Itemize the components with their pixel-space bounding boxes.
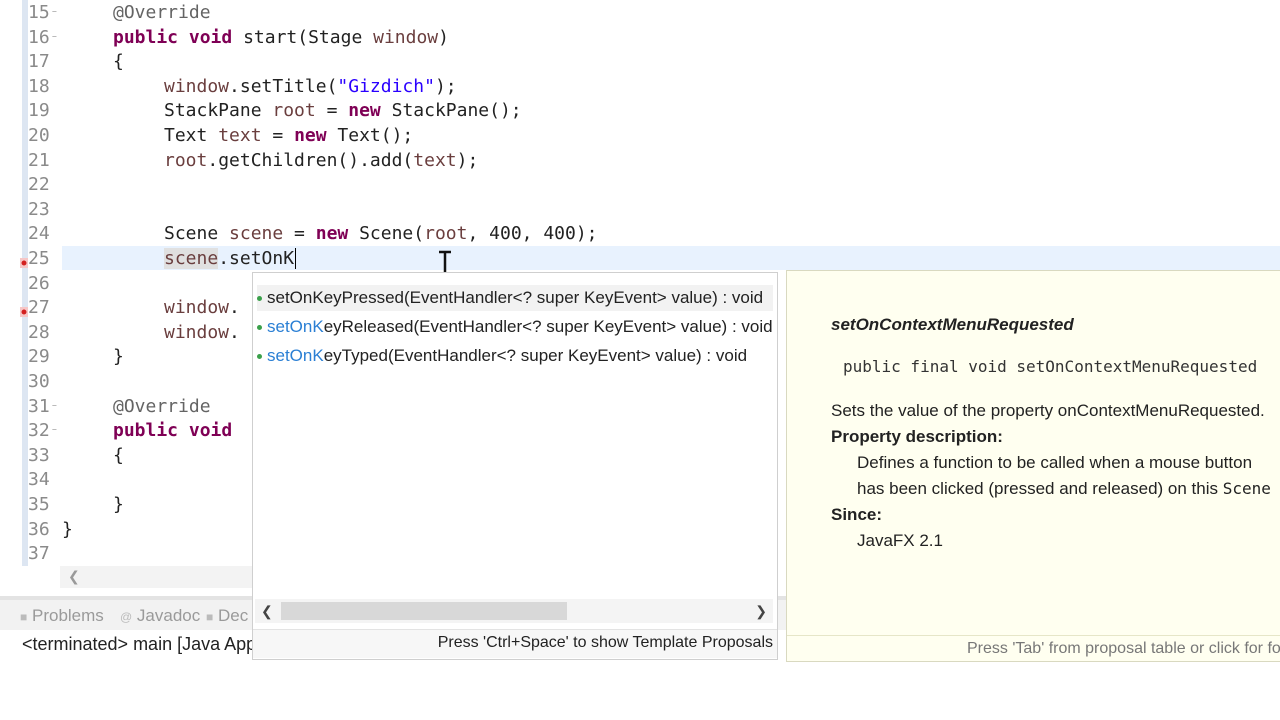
proposal-item[interactable]: setOnKeyPressed(EventHandler<? super Key… (257, 285, 773, 311)
scroll-thumb[interactable] (281, 602, 567, 620)
line-number: 21 (28, 149, 50, 171)
line-gutter: 28 (0, 321, 60, 345)
line-gutter: 18 (0, 75, 60, 99)
line-number: 22 (28, 174, 50, 196)
line-gutter: 37 (0, 542, 60, 566)
proposal-label: setOnKeyReleased(EventHandler<? super Ke… (267, 317, 773, 336)
proposal-label: setOnKeyTyped(EventHandler<? super KeyEv… (267, 346, 748, 365)
code-line[interactable]: Scene scene = new Scene(root, 400, 400); (164, 222, 598, 246)
code-line[interactable]: { (113, 444, 124, 468)
error-marker-icon[interactable] (20, 302, 28, 318)
javadoc-icon: @ (120, 610, 133, 624)
line-number: 34 (28, 469, 50, 491)
code-line[interactable]: Text text = new Text(); (164, 124, 413, 148)
code-line[interactable]: } (113, 493, 124, 517)
line-gutter: 20 (0, 124, 60, 148)
doc-sets-text: Sets the value of the property onContext… (831, 401, 1265, 420)
line-gutter: 23 (0, 198, 60, 222)
tab-declaration[interactable]: ■ Dec (206, 606, 248, 626)
doc-property-heading: Property description: (831, 427, 1003, 446)
scroll-left-icon[interactable]: ❮ (68, 566, 80, 588)
code-line[interactable]: { (113, 50, 124, 74)
line-number: 30 (28, 371, 50, 392)
method-icon (257, 354, 262, 360)
line-gutter: 15− (0, 1, 60, 25)
fold-toggle-icon[interactable]: − (52, 8, 58, 16)
fold-toggle-icon[interactable]: − (52, 401, 58, 409)
method-icon (257, 296, 262, 302)
line-number: 25 (28, 248, 50, 269)
line-gutter: 29 (0, 345, 60, 369)
tab-javadoc[interactable]: @ Javadoc (120, 606, 200, 626)
doc-signature: public final void setOnContextMenuReques… (843, 357, 1258, 376)
line-gutter: 27 (0, 296, 60, 320)
line-gutter: 19 (0, 99, 60, 123)
scroll-right-icon[interactable]: ❯ (755, 599, 767, 623)
proposal-item[interactable]: setOnKeyReleased(EventHandler<? super Ke… (257, 314, 773, 340)
line-gutter: 33 (0, 444, 60, 468)
line-number: 17 (28, 51, 50, 73)
code-line[interactable]: root.getChildren().add(text); (164, 149, 478, 173)
line-gutter: 30 (0, 370, 60, 394)
doc-description-line1: Defines a function to be called when a m… (857, 453, 1253, 472)
doc-description-line2: has been clicked (pressed and released) … (857, 479, 1271, 498)
javadoc-hover[interactable]: setOnContextMenuRequested public final v… (786, 270, 1280, 662)
doc-since-heading: Since: (831, 505, 883, 524)
tab-problems[interactable]: ■ Problems (20, 606, 104, 626)
line-number: 24 (28, 223, 50, 245)
code-line[interactable]: } (62, 518, 73, 542)
code-line[interactable]: public void (113, 419, 232, 443)
code-line[interactable]: public void start(Stage window) (113, 26, 449, 50)
error-marker-icon[interactable] (20, 253, 28, 268)
line-gutter: 17 (0, 50, 60, 74)
line-gutter: 16− (0, 26, 60, 50)
line-number: 27 (28, 297, 50, 319)
code-line[interactable]: } (113, 345, 124, 369)
declaration-icon: ■ (206, 610, 214, 624)
line-gutter: 24 (0, 222, 60, 246)
line-gutter: 25 (0, 247, 60, 271)
fold-toggle-icon[interactable]: − (52, 32, 58, 40)
line-gutter: 32− (0, 419, 60, 443)
doc-focus-hint: Press 'Tab' from proposal table or click… (787, 635, 1280, 661)
code-line[interactable]: window.setTitle("Gizdich"); (164, 75, 457, 99)
doc-title: setOnContextMenuRequested (831, 315, 1074, 334)
line-number: 20 (28, 125, 50, 146)
code-line[interactable]: StackPane root = new StackPane(); (164, 99, 522, 123)
code-line[interactable]: window. (164, 321, 240, 345)
line-number: 18 (28, 75, 50, 97)
line-gutter: 26 (0, 272, 60, 296)
code-line[interactable]: scene.setOnK (164, 247, 297, 271)
problems-icon: ■ (20, 610, 28, 624)
line-gutter: 31− (0, 395, 60, 419)
line-gutter: 36 (0, 518, 60, 542)
method-icon (257, 325, 262, 331)
proposal-label: setOnKeyPressed(EventHandler<? super Key… (267, 288, 764, 307)
line-number: 26 (28, 272, 50, 294)
editor-horizontal-scrollbar[interactable]: ❮ (60, 566, 260, 588)
proposal-item[interactable]: setOnKeyTyped(EventHandler<? super KeyEv… (257, 343, 773, 369)
scroll-left-icon[interactable]: ❮ (261, 599, 273, 623)
line-number: 19 (28, 100, 50, 122)
line-gutter: 34 (0, 468, 60, 492)
line-number: 28 (28, 321, 50, 343)
code-line[interactable]: @Override (113, 395, 211, 419)
line-number: 35 (28, 494, 50, 515)
proposal-horizontal-scrollbar[interactable]: ❮ ❯ (255, 599, 773, 623)
code-line[interactable]: window. (164, 296, 240, 320)
code-line[interactable]: @Override (113, 1, 211, 25)
fold-toggle-icon[interactable]: − (52, 426, 58, 434)
template-proposals-hint: Press 'Ctrl+Space' to show Template Prop… (253, 629, 777, 658)
autocomplete-popup[interactable]: setOnKeyPressed(EventHandler<? super Key… (252, 272, 778, 660)
doc-since-value: JavaFX 2.1 (857, 531, 943, 550)
line-number: 33 (28, 444, 50, 466)
line-gutter: 22 (0, 173, 60, 197)
line-number: 29 (28, 346, 50, 368)
line-number: 37 (28, 543, 50, 565)
line-number: 23 (28, 198, 50, 220)
line-number: 36 (28, 518, 50, 540)
line-gutter: 21 (0, 149, 60, 173)
line-gutter: 35 (0, 493, 60, 517)
